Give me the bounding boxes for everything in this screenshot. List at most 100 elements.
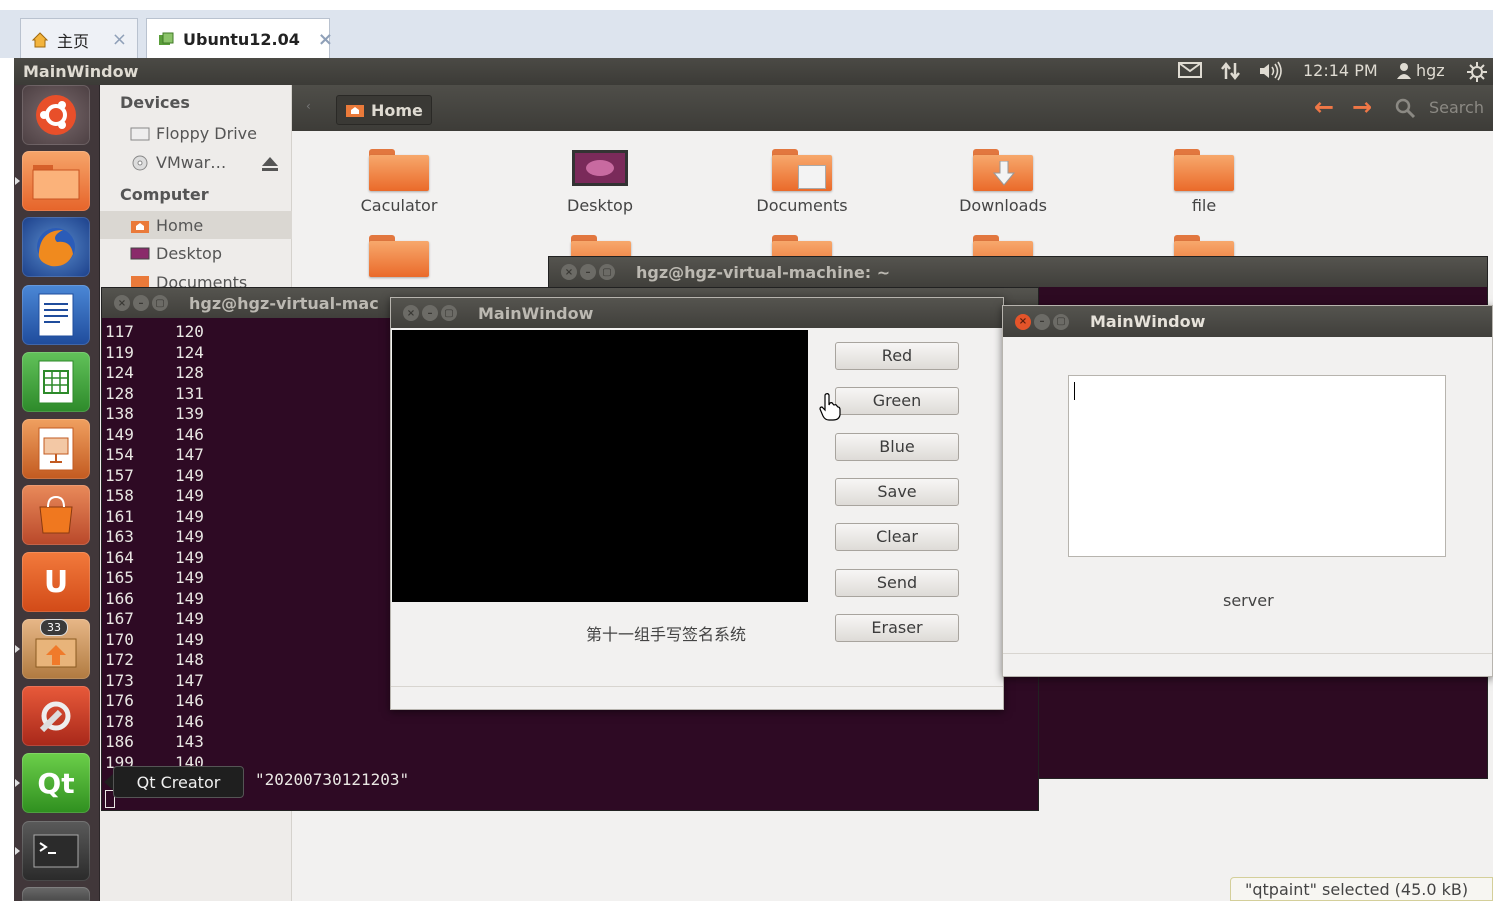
launcher-system-settings[interactable] <box>22 686 90 746</box>
launcher-update-manager[interactable]: 33 <box>15 619 90 679</box>
terminal-cell: 178 <box>105 711 134 731</box>
minimize-icon[interactable]: – <box>580 264 596 280</box>
calc-icon <box>38 360 74 404</box>
close-icon[interactable]: × <box>403 305 419 321</box>
clear-button[interactable]: Clear <box>835 523 959 551</box>
path-left-arrow-icon[interactable]: ‹ <box>306 99 311 113</box>
green-button[interactable]: Green <box>835 387 959 415</box>
server-window-titlebar[interactable]: × – ▢ MainWindow <box>1003 306 1492 337</box>
search-icon[interactable] <box>1394 97 1416 119</box>
panel-app-title: MainWindow <box>23 62 139 81</box>
sidebar-item-vmware[interactable]: VMwar… <box>130 153 226 172</box>
sidebar-item-floppy-label: Floppy Drive <box>156 124 257 143</box>
terminal-cell: 163 <box>105 527 134 546</box>
volume-icon[interactable] <box>1258 61 1286 81</box>
signature-canvas[interactable] <box>392 330 808 602</box>
terminal-cell: 147 <box>175 445 204 464</box>
launcher-dash-button[interactable] <box>22 85 90 145</box>
impress-icon <box>38 427 74 471</box>
folder-row2-icon[interactable] <box>369 235 429 277</box>
terminal-row: 149 146 <box>105 425 245 446</box>
folder-file-icon[interactable] <box>1174 149 1234 191</box>
launcher-impress[interactable] <box>22 419 90 479</box>
folder-icon <box>32 165 80 200</box>
search-label[interactable]: Search <box>1429 98 1484 117</box>
terminal-cell: 149 <box>175 465 204 485</box>
terminal-cell: 128 <box>105 383 134 403</box>
red-button[interactable]: Red <box>835 342 959 370</box>
tab-home[interactable]: 主页 × <box>20 18 138 60</box>
send-button[interactable]: Send <box>835 569 959 597</box>
terminal-output[interactable]: 117 120 119 124 124 128 128 131 138 139 149 146 154 1… <box>105 322 245 773</box>
file-label-desktop[interactable]: Desktop <box>530 196 670 215</box>
terminal-cell: 166 <box>105 588 134 608</box>
user-menu[interactable]: hgz <box>1396 61 1445 80</box>
eraser-button[interactable]: Eraser <box>835 614 959 642</box>
terminal-cell: 124 <box>175 342 204 362</box>
server-window-title: MainWindow <box>1090 312 1206 331</box>
sidebar-item-home[interactable]: Home <box>130 216 203 235</box>
tab-ubuntu-close-icon[interactable]: × <box>300 29 333 50</box>
shopping-bag-icon <box>39 495 73 534</box>
sidebar-item-documents[interactable]: Documents <box>130 273 247 287</box>
launcher-files[interactable] <box>15 151 90 211</box>
sidebar-item-floppy[interactable]: Floppy Drive <box>130 124 257 143</box>
qt-paint-window[interactable]: × – ▢ MainWindow Red Green Blue Save Cle… <box>390 297 1004 710</box>
session-gear-icon[interactable] <box>1466 61 1488 83</box>
launcher-software-center[interactable] <box>22 485 90 545</box>
eject-icon[interactable] <box>260 155 280 173</box>
forward-arrow-icon[interactable]: → <box>1352 93 1372 121</box>
minimize-icon[interactable]: – <box>422 305 438 321</box>
tooltip-arrow <box>104 774 113 790</box>
launcher-firefox[interactable] <box>22 217 90 277</box>
launcher-writer[interactable] <box>22 285 90 345</box>
maximize-icon[interactable]: ▢ <box>599 264 615 280</box>
terminal-back-titlebar[interactable]: × – ▢ hgz@hgz-virtual-machine: ~ <box>549 257 1487 287</box>
maximize-icon[interactable]: ▢ <box>441 305 457 321</box>
file-label-downloads[interactable]: Downloads <box>933 196 1073 215</box>
file-label-caculator[interactable]: Caculator <box>329 196 469 215</box>
launcher-workspace[interactable] <box>22 887 90 901</box>
terminal-cell: 131 <box>175 383 204 403</box>
tab-home-close-icon[interactable]: × <box>94 29 127 50</box>
save-button[interactable]: Save <box>835 478 959 506</box>
close-icon[interactable]: × <box>561 264 577 280</box>
server-window[interactable]: × – ▢ MainWindow server <box>1002 305 1493 677</box>
terminal-cell: 186 <box>105 732 134 751</box>
desktop-folder-icon[interactable] <box>571 149 629 187</box>
mail-icon[interactable] <box>1178 61 1202 79</box>
terminal-row: 186 143 <box>105 732 245 753</box>
maximize-icon[interactable]: ▢ <box>152 295 168 311</box>
network-icon[interactable] <box>1220 61 1242 81</box>
path-home-button[interactable]: Home <box>336 95 432 125</box>
server-text-edit[interactable] <box>1068 375 1446 557</box>
file-label-file[interactable]: file <box>1134 196 1274 215</box>
terminal-cell: 117 <box>105 322 134 341</box>
minimize-icon[interactable]: – <box>133 295 149 311</box>
minimize-icon[interactable]: – <box>1034 313 1050 330</box>
close-icon[interactable]: × <box>114 295 130 311</box>
qt-window-titlebar[interactable]: × – ▢ MainWindow <box>391 298 1003 328</box>
terminal-cell: 165 <box>105 568 134 587</box>
terminal-cell: 154 <box>105 445 134 464</box>
cd-icon <box>132 155 148 170</box>
terminal-cell: 149 <box>175 486 204 505</box>
back-arrow-icon[interactable]: ← <box>1314 93 1334 121</box>
launcher-calc[interactable] <box>22 352 90 412</box>
folder-caculator-icon[interactable] <box>369 149 429 191</box>
file-label-documents[interactable]: Documents <box>732 196 872 215</box>
launcher-tooltip: Qt Creator <box>113 766 244 798</box>
close-icon[interactable]: × <box>1015 313 1031 330</box>
terminal-row: 173 147 <box>105 671 245 692</box>
launcher-ubuntu-one[interactable]: U <box>22 552 90 612</box>
tab-ubuntu[interactable]: Ubuntu12.04 × <box>146 18 333 60</box>
clock[interactable]: 12:14 PM <box>1303 61 1378 80</box>
maximize-icon[interactable]: ▢ <box>1053 313 1069 330</box>
blue-button[interactable]: Blue <box>835 433 959 461</box>
ubuntu-logo-icon <box>36 95 76 135</box>
launcher-terminal[interactable] <box>15 821 90 881</box>
folder-documents-icon[interactable] <box>772 149 832 191</box>
sidebar-item-desktop[interactable]: Desktop <box>130 244 222 263</box>
folder-downloads-icon[interactable] <box>973 149 1033 191</box>
launcher-qt-creator[interactable]: Qt <box>15 753 90 813</box>
